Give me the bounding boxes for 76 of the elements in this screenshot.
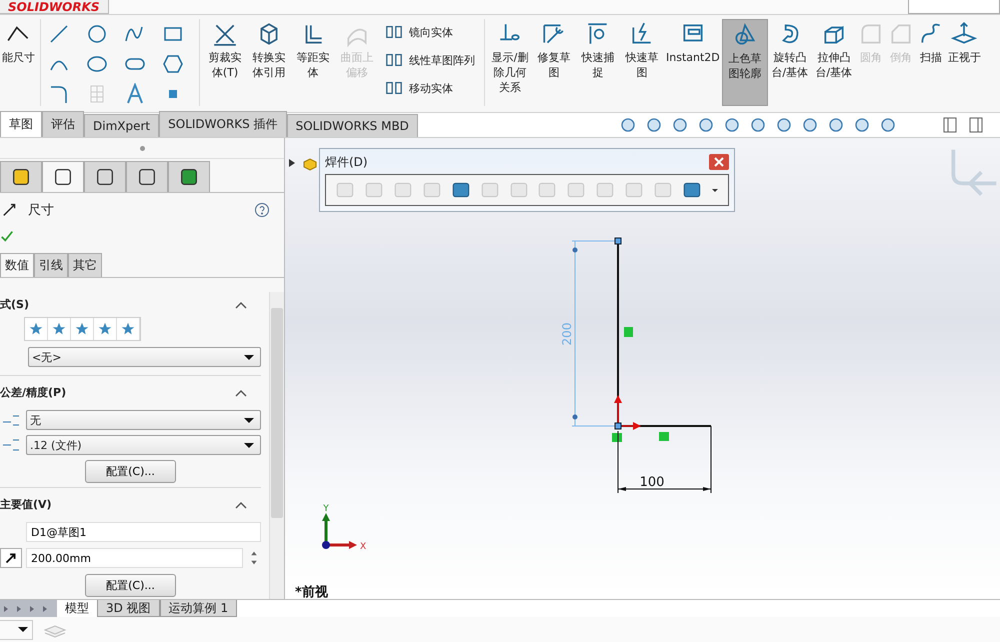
- ribbon-tool-button[interactable]: 修复草图: [532, 19, 576, 106]
- expand-arrow-icon[interactable]: [289, 159, 295, 167]
- origin-arrows-icon: [614, 395, 641, 430]
- manager-tab[interactable]: [42, 161, 84, 192]
- endpoint-marker[interactable]: [614, 238, 622, 244]
- document-tab[interactable]: 3D 视图: [97, 600, 160, 617]
- coincident-relation-icon[interactable]: [612, 433, 622, 442]
- configure-button[interactable]: 配置(C)...: [85, 460, 176, 483]
- collapse-icon[interactable]: [235, 300, 247, 308]
- dropdown-caret-icon: [244, 418, 254, 422]
- panel-tab[interactable]: 引线: [34, 253, 68, 277]
- ribbon-tab[interactable]: DimXpert: [84, 114, 160, 137]
- help-icon[interactable]: [254, 202, 270, 218]
- axis-triad-icon: [322, 513, 357, 549]
- ribbon-tool-button[interactable]: Instant2D: [664, 19, 722, 106]
- value-field[interactable]: 200.00mm: [26, 548, 243, 568]
- smart-dimension-button[interactable]: 能尺寸: [0, 19, 37, 106]
- view-label: *前视: [295, 585, 328, 599]
- ribbon-tool-button[interactable]: 快速捕捉: [576, 19, 620, 106]
- tool-icon: [385, 23, 403, 41]
- ribbon-tool-button[interactable]: 转换实体引用: [247, 19, 291, 106]
- section-title: 主要值(V): [0, 497, 52, 512]
- ribbon-tab[interactable]: 评估: [42, 111, 84, 137]
- tool-icon: [385, 51, 403, 69]
- tool-icon: [385, 79, 403, 97]
- x-axis-label: X: [360, 542, 366, 552]
- scrollbar[interactable]: [269, 292, 284, 599]
- manager-tab[interactable]: [84, 161, 126, 192]
- dropdown-caret-icon: [244, 354, 254, 360]
- ribbon-tool-button[interactable]: 剪裁实体(T): [203, 19, 247, 106]
- ribbon-tool-button[interactable]: 等距实体: [291, 19, 335, 106]
- precision-dropdown[interactable]: .12 (文件): [26, 435, 261, 455]
- manager-tab[interactable]: [0, 161, 42, 192]
- manager-tab[interactable]: [126, 161, 168, 192]
- endpoint-marker[interactable]: [614, 422, 622, 430]
- ok-check-icon[interactable]: [0, 229, 14, 243]
- y-axis-label: Y: [323, 504, 329, 514]
- polygon-icon[interactable]: [162, 53, 184, 75]
- status-dropdown[interactable]: [0, 620, 33, 640]
- collapse-icon[interactable]: [235, 500, 247, 508]
- ribbon-tool-button[interactable]: 显示/删除几何关系: [488, 19, 532, 106]
- ribbon-tool-button[interactable]: 移动实体: [385, 79, 475, 97]
- panel-tab[interactable]: 数值: [0, 253, 34, 277]
- ribbon-tab[interactable]: SOLIDWORKS 插件: [159, 111, 287, 137]
- ribbon-tool-button[interactable]: 旋转凸台/基体: [768, 19, 812, 106]
- line-icon[interactable]: [48, 23, 70, 45]
- app-logo: SOLIDWORKS: [0, 0, 109, 14]
- ribbon-tool-button[interactable]: 镜向实体: [385, 23, 475, 41]
- ribbon-tool-button[interactable]: 线性草图阵列: [385, 51, 475, 69]
- ribbon-tab[interactable]: SOLIDWORKS MBD: [286, 114, 418, 137]
- dropdown-caret-icon: [244, 442, 254, 448]
- panel-title: 尺寸: [28, 202, 54, 219]
- ribbon-tool-button[interactable]: 拉伸凸台/基体: [812, 19, 856, 106]
- ribbon-tool-button[interactable]: 上色草图轮廓: [722, 19, 768, 106]
- tolerance-dropdown[interactable]: 无: [26, 410, 261, 430]
- collapse-icon[interactable]: [235, 388, 247, 396]
- splitter-handle[interactable]: [140, 146, 144, 150]
- ribbon-tool-button[interactable]: 快速草图: [620, 19, 664, 106]
- ribbon-tool-button[interactable]: 正视于: [946, 19, 983, 106]
- horizontal-dimension[interactable]: [618, 426, 712, 494]
- style-dropdown[interactable]: <无>: [28, 347, 261, 367]
- close-icon[interactable]: [709, 154, 729, 170]
- name-field[interactable]: D1@草图1: [26, 522, 261, 542]
- dimension-value[interactable]: 100: [640, 475, 664, 490]
- text-icon[interactable]: [124, 83, 146, 105]
- section-title: 式(S): [0, 297, 29, 312]
- ribbon-tab[interactable]: 草图: [0, 111, 42, 137]
- ribbon-tool-button[interactable]: 扫描: [916, 19, 946, 106]
- section-title: 公差/精度(P): [0, 385, 66, 400]
- dropdown-caret-icon: [18, 627, 28, 632]
- search-field[interactable]: [908, 0, 1000, 14]
- manager-tab[interactable]: [168, 161, 210, 192]
- document-tab[interactable]: 运动算例 1: [160, 600, 238, 617]
- toolbar-title: 焊件(D): [325, 154, 368, 170]
- configure-button[interactable]: 配置(C)...: [85, 574, 176, 597]
- panel-tab[interactable]: 其它: [68, 253, 102, 277]
